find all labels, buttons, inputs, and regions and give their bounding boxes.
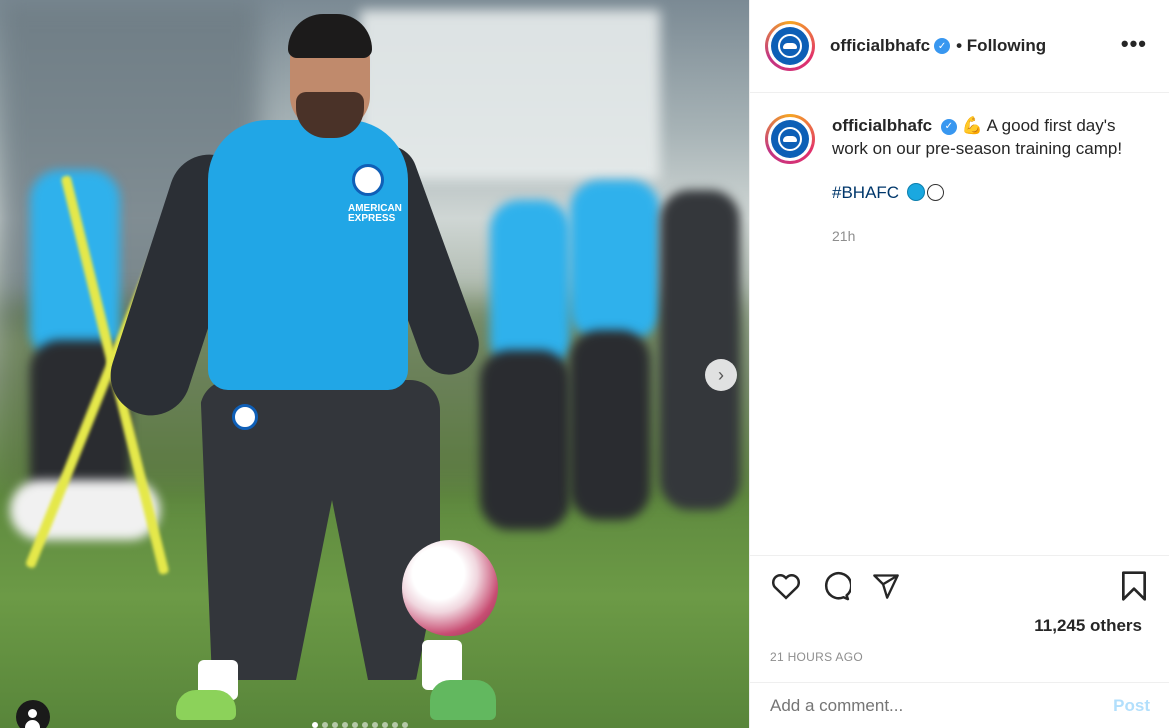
- likes-count[interactable]: 11,245 others: [750, 616, 1169, 636]
- carousel-dot: [342, 722, 348, 728]
- share-icon[interactable]: [868, 568, 904, 604]
- player-boot: [430, 680, 496, 720]
- comment-icon[interactable]: [818, 568, 854, 604]
- comment-bar: Post: [750, 682, 1169, 728]
- user-icon-body: [25, 720, 40, 728]
- post-comment-button[interactable]: Post: [1113, 696, 1150, 716]
- caption: officialbhafc ✓ 💪 A good first day's wor…: [750, 93, 1169, 248]
- background-player: [660, 190, 740, 510]
- post-actions-section: 11,245 others 21 HOURS AGO: [750, 555, 1169, 664]
- brighton-logo-icon: [771, 120, 809, 158]
- bookmark-icon[interactable]: [1116, 568, 1152, 604]
- shirt-sponsor: AMERICAN EXPRESS: [348, 203, 402, 224]
- user-icon-head: [28, 709, 37, 718]
- brighton-logo-icon: [771, 27, 809, 65]
- post-details-panel: officialbhafc ✓ • Following ••• official…: [749, 0, 1169, 728]
- caption-text: officialbhafc ✓ 💪 A good first day's wor…: [832, 114, 1132, 248]
- post-timestamp[interactable]: 21 HOURS AGO: [750, 650, 1169, 664]
- background-player: [570, 330, 650, 520]
- carousel-dot: [362, 722, 368, 728]
- post-photo[interactable]: AMERICAN EXPRESS ›: [0, 0, 749, 728]
- football: [402, 540, 498, 636]
- background-player: [480, 350, 570, 530]
- carousel-dot: [322, 722, 328, 728]
- more-options-icon[interactable]: •••: [1121, 33, 1147, 55]
- chevron-right-icon: ›: [718, 364, 724, 385]
- tagged-users-button[interactable]: [16, 700, 50, 728]
- player-boot: [176, 690, 236, 720]
- verified-badge-icon: ✓: [934, 38, 951, 54]
- hashtag-link[interactable]: #BHAFC: [832, 181, 1132, 204]
- player-torso: [208, 120, 408, 390]
- carousel-dot: [352, 722, 358, 728]
- carousel-dot: [332, 722, 338, 728]
- carousel-dot: [402, 722, 408, 728]
- shorts-crest-icon: [232, 404, 258, 430]
- caption-avatar[interactable]: [765, 114, 815, 164]
- carousel-dot: [312, 722, 318, 728]
- white-circle-icon: [926, 184, 944, 201]
- background-player: [570, 180, 660, 340]
- carousel-dot: [392, 722, 398, 728]
- caption-username-link[interactable]: officialbhafc: [832, 116, 932, 135]
- verified-badge-icon: ✓: [940, 118, 957, 135]
- background-player: [490, 200, 570, 370]
- username-link[interactable]: officialbhafc: [830, 36, 930, 56]
- action-bar: [750, 556, 1169, 604]
- instagram-post-modal: AMERICAN EXPRESS › officialbhafc ✓ • Fol…: [0, 0, 1169, 728]
- carousel-indicator: [312, 722, 408, 728]
- following-button[interactable]: • Following: [956, 36, 1046, 56]
- avatar[interactable]: [765, 21, 815, 71]
- post-header: officialbhafc ✓ • Following •••: [750, 0, 1169, 93]
- blue-circle-icon: [906, 183, 925, 201]
- next-image-button[interactable]: ›: [705, 359, 737, 391]
- comment-input[interactable]: [770, 695, 1114, 716]
- carousel-dot: [372, 722, 378, 728]
- flexed-biceps-emoji: 💪: [961, 116, 983, 135]
- heart-icon[interactable]: [768, 568, 804, 604]
- caption-time[interactable]: 21h: [832, 225, 1132, 248]
- club-crest-icon: [352, 164, 384, 196]
- carousel-dot: [382, 722, 388, 728]
